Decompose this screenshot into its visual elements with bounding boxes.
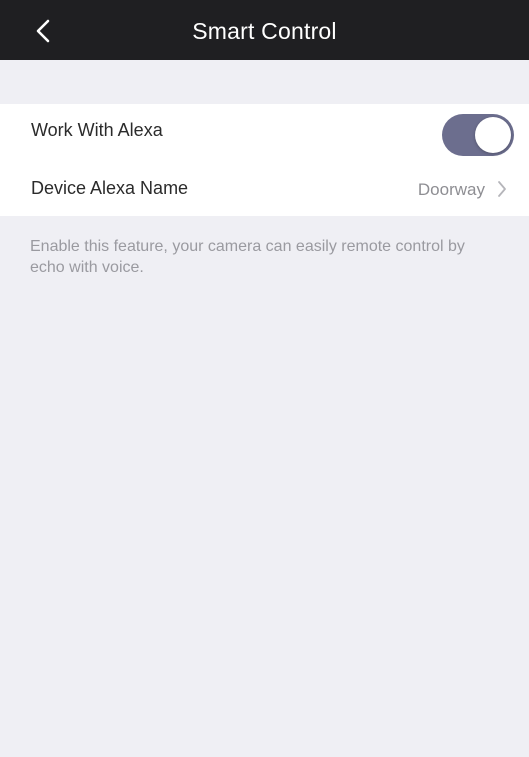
device-alexa-name-row[interactable]: Device Alexa Name Doorway [0,160,529,216]
device-alexa-name-label: Device Alexa Name [31,178,189,198]
smart-control-screen: Smart Control Work With Alexa Device Ale… [0,0,529,757]
device-alexa-name-value: Doorway [417,180,485,199]
work-with-alexa-row: Work With Alexa [0,104,529,160]
work-with-alexa-label: Work With Alexa [31,120,163,140]
work-with-alexa-toggle[interactable] [442,114,514,156]
settings-group: Work With Alexa Device Alexa Name Doorwa… [0,104,529,216]
toggle-knob [475,117,511,153]
feature-description: Enable this feature, your camera can eas… [30,238,465,276]
navigation-bar: Smart Control [0,0,529,60]
page-title: Smart Control [192,18,337,44]
chevron-right-icon [498,181,506,197]
